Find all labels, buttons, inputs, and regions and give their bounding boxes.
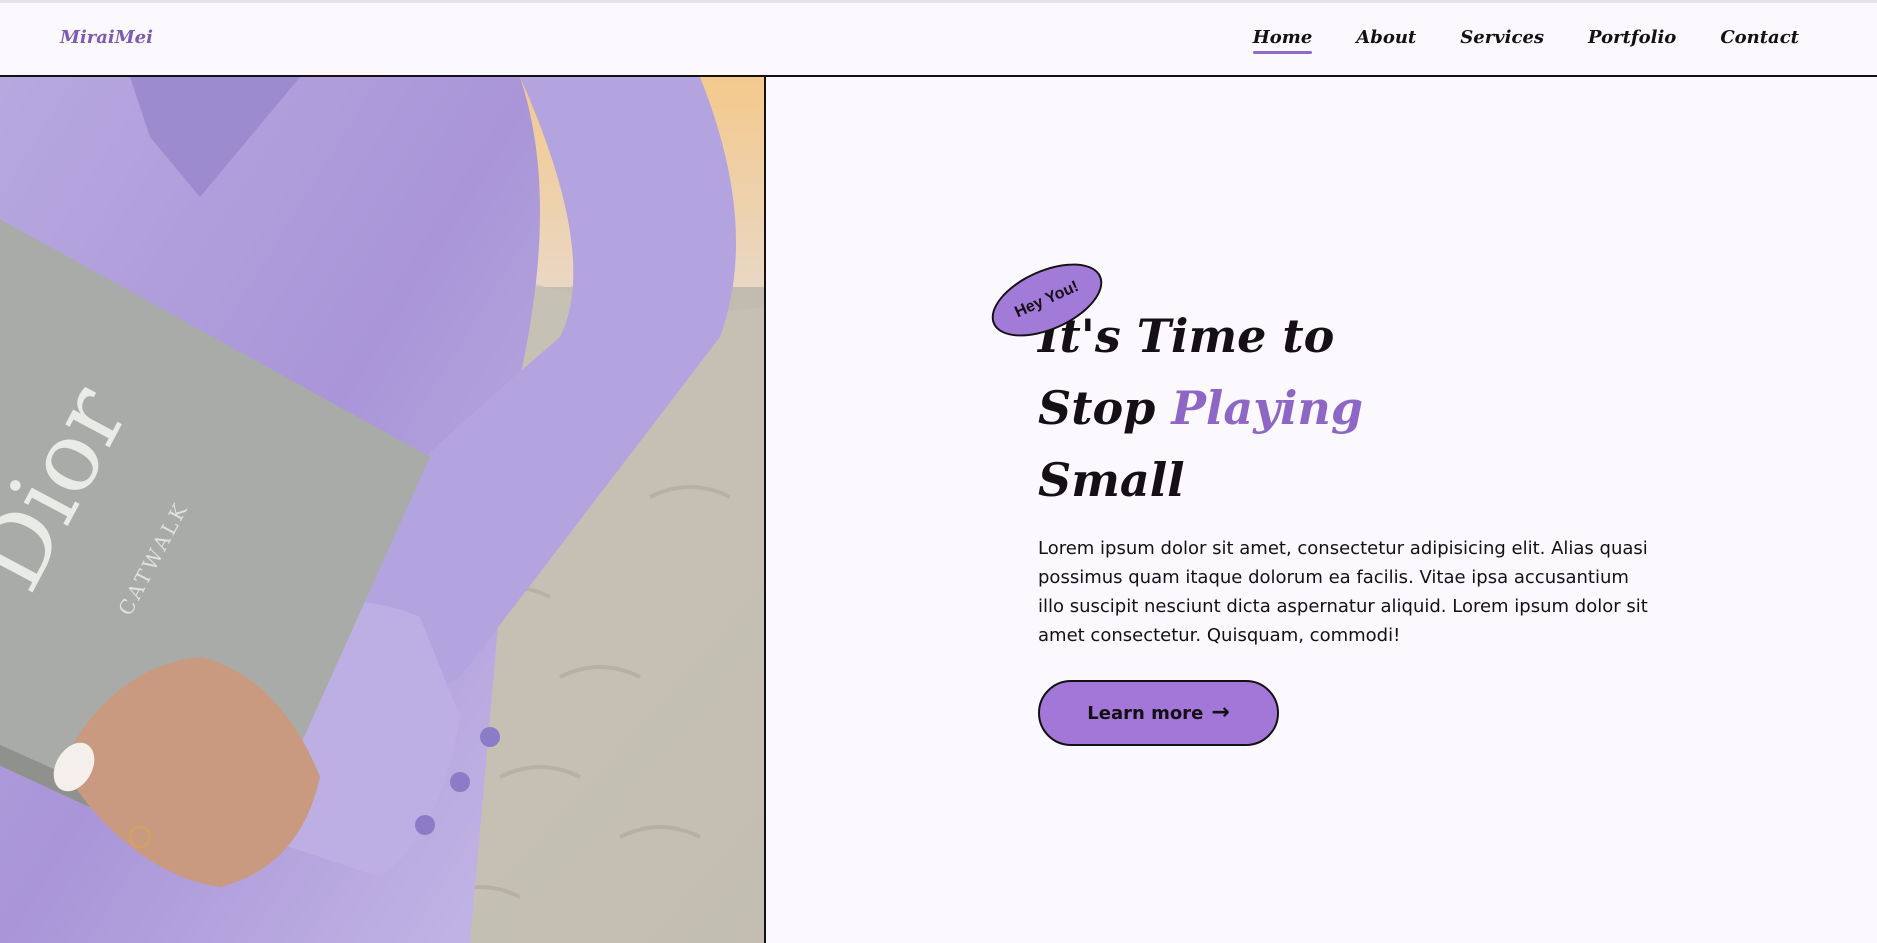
nav-contact[interactable]: Contact xyxy=(1720,27,1799,54)
logo[interactable]: MiraiMei xyxy=(60,27,153,48)
title-line-3: Small xyxy=(1038,453,1185,507)
learn-more-button[interactable]: Learn more → xyxy=(1038,680,1279,746)
hero-title: It's Time to Stop Playing Small xyxy=(1038,300,1658,516)
title-line-1: It's Time to xyxy=(1038,309,1335,363)
title-accent-word: Playing xyxy=(1171,381,1364,435)
arrow-right-icon: → xyxy=(1211,700,1230,725)
nav-portfolio[interactable]: Portfolio xyxy=(1588,27,1676,54)
nav-home[interactable]: Home xyxy=(1252,27,1312,54)
navbar: MiraiMei Home About Services Portfolio C… xyxy=(0,3,1877,77)
nav-services[interactable]: Services xyxy=(1460,27,1544,54)
main-nav: Home About Services Portfolio Contact xyxy=(1209,27,1799,54)
hero-description: Lorem ipsum dolor sit amet, consectetur … xyxy=(1038,538,1648,646)
nav-about[interactable]: About xyxy=(1356,27,1416,54)
learn-more-label: Learn more xyxy=(1087,702,1204,724)
hero-photo: Dior CATWALK xyxy=(0,77,766,943)
badge-label: Hey You! xyxy=(1012,277,1082,322)
hero-section: Hey You! It's Time to Stop Playing Small… xyxy=(980,248,1658,746)
title-line-2: Stop xyxy=(1038,381,1156,435)
hero-photo-illustration: Dior CATWALK xyxy=(0,77,764,943)
